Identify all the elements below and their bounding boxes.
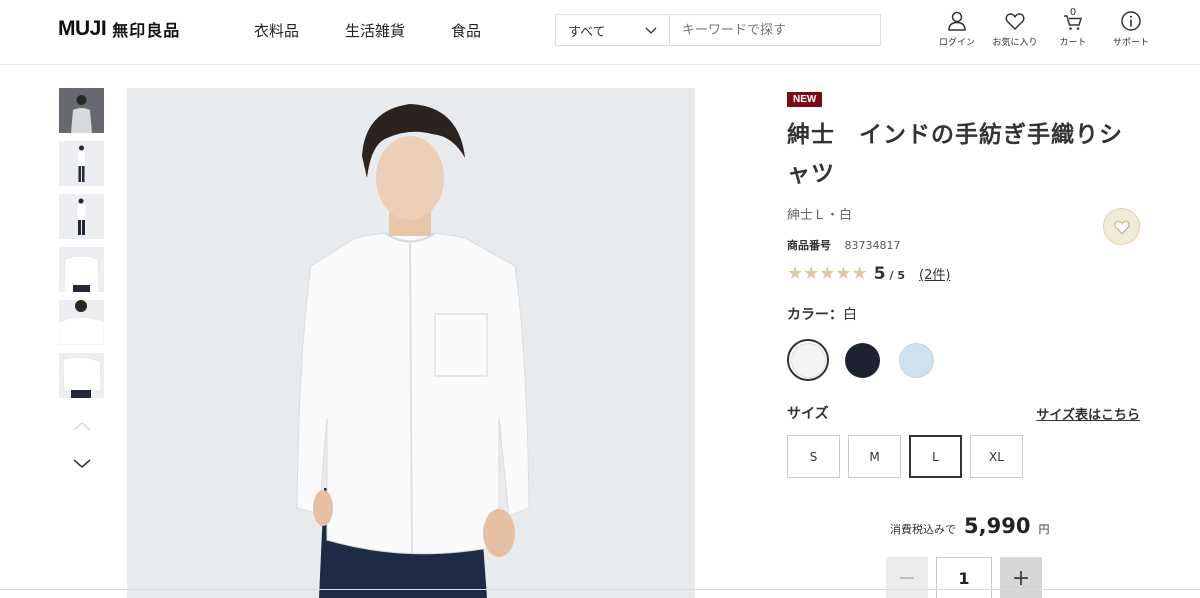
thumbnail-scroll-down-icon[interactable] xyxy=(72,458,92,470)
reviews-link[interactable]: (2件) xyxy=(919,264,950,283)
favorites-label: お気に入り xyxy=(992,38,1038,48)
rating-score: 5 xyxy=(873,264,886,284)
swatch-fill xyxy=(898,342,934,378)
nav-item-household[interactable]: 生活雑貨 xyxy=(345,20,405,41)
product-number-label: 商品番号 xyxy=(787,239,831,252)
price: 消費税込みで 5,990 円 xyxy=(890,514,1049,538)
price-value: 5,990 xyxy=(964,514,1031,538)
nav-item-food[interactable]: 食品 xyxy=(451,20,481,41)
size-option-l[interactable]: L xyxy=(909,435,962,478)
heart-icon xyxy=(1113,220,1130,234)
search-bar: すべて xyxy=(555,14,881,46)
size-options: S M L XL xyxy=(787,435,1140,478)
header-icons: ログイン お気に入り 0 カート サポート xyxy=(928,7,1160,48)
product-thumbnail-image xyxy=(59,247,104,292)
color-swatch-navy[interactable] xyxy=(841,339,883,381)
favorites-button[interactable]: お気に入り xyxy=(986,10,1044,48)
search-category-select[interactable]: すべて xyxy=(556,15,670,45)
cart-button[interactable]: 0 カート xyxy=(1044,7,1102,48)
size-option-xl[interactable]: XL xyxy=(970,435,1023,478)
divider xyxy=(0,589,1200,590)
favorite-button[interactable] xyxy=(1103,208,1140,245)
new-badge: NEW xyxy=(787,92,823,107)
muji-logo[interactable]: MUJI 無印良品 xyxy=(58,17,180,41)
size-header: サイズ サイズ表はこちら xyxy=(787,403,1140,423)
product-title: 紳士 インドの手紡ぎ手織りシャツ xyxy=(787,122,1123,187)
thumbnail-1[interactable] xyxy=(59,88,104,133)
heart-icon xyxy=(1005,13,1025,31)
color-swatch-light-blue[interactable] xyxy=(895,339,937,381)
color-label-text: カラー： xyxy=(787,307,843,323)
product-thumbnail-image xyxy=(59,194,104,239)
quantity-value[interactable]: 1 xyxy=(936,557,992,598)
swatch-fill xyxy=(790,342,826,378)
color-label: カラー：白 xyxy=(787,304,1140,324)
quantity-stepper: − 1 + xyxy=(886,557,1042,598)
support-label: サポート xyxy=(1112,38,1149,48)
size-guide-link[interactable]: サイズ表はこちら xyxy=(1036,404,1140,423)
site-header: MUJI 無印良品 衣料品 生活雑貨 食品 すべて ログイン お気に入り 0 カ… xyxy=(0,0,1200,65)
main-nav: 衣料品 生活雑貨 食品 xyxy=(254,20,481,41)
size-label: サイズ xyxy=(787,406,829,422)
product-rating: ★★★★★ 5 / 5 (2件) xyxy=(787,263,1140,284)
color-value: 白 xyxy=(843,307,857,323)
logo-text: MUJI xyxy=(58,17,107,40)
thumbnail-4[interactable] xyxy=(59,247,104,292)
cart-label: カート xyxy=(1059,38,1087,48)
swatch-fill xyxy=(844,342,880,378)
thumbnail-5[interactable] xyxy=(59,300,104,345)
chevron-down-icon xyxy=(645,27,657,34)
product-number-value: 83734817 xyxy=(844,239,901,252)
thumbnail-list xyxy=(59,88,104,398)
quantity-decrease-button[interactable]: − xyxy=(886,557,928,598)
tax-label: 消費税込みで xyxy=(890,523,956,536)
product-info-panel: NEW 紳士 インドの手紡ぎ手織りシャツ 紳士Ｌ・白 商品番号 83734817… xyxy=(787,87,1140,478)
color-swatches xyxy=(787,339,1140,381)
logo-jp-text: 無印良品 xyxy=(112,21,181,40)
info-icon xyxy=(1121,11,1141,31)
product-variant: 紳士Ｌ・白 xyxy=(787,208,853,223)
nav-item-clothing[interactable]: 衣料品 xyxy=(254,20,299,41)
login-label: ログイン xyxy=(938,38,975,48)
search-category-label: すべて xyxy=(568,24,606,40)
cart-count-badge: 0 xyxy=(1069,7,1077,18)
size-option-s[interactable]: S xyxy=(787,435,840,478)
product-thumbnail-image xyxy=(59,300,104,345)
product-photo xyxy=(127,88,695,598)
login-button[interactable]: ログイン xyxy=(928,10,986,48)
product-number: 商品番号 83734817 xyxy=(787,237,1140,253)
product-thumbnail-image xyxy=(59,353,104,398)
rating-stars-icon: ★★★★★ xyxy=(787,263,868,284)
quantity-increase-button[interactable]: + xyxy=(1000,557,1042,598)
size-option-m[interactable]: M xyxy=(848,435,901,478)
currency-label: 円 xyxy=(1038,523,1050,536)
thumbnail-2[interactable] xyxy=(59,141,104,186)
rating-max: / 5 xyxy=(889,269,906,282)
search-input[interactable] xyxy=(670,15,880,45)
thumbnail-6[interactable] xyxy=(59,353,104,398)
support-button[interactable]: サポート xyxy=(1102,10,1160,48)
user-icon xyxy=(948,11,966,31)
color-swatch-white[interactable] xyxy=(787,339,829,381)
main-product-image[interactable] xyxy=(127,88,695,598)
product-thumbnail-image xyxy=(59,88,104,133)
product-thumbnail-image xyxy=(59,141,104,186)
thumbnail-scroll-up-icon[interactable] xyxy=(72,420,92,432)
thumbnail-3[interactable] xyxy=(59,194,104,239)
